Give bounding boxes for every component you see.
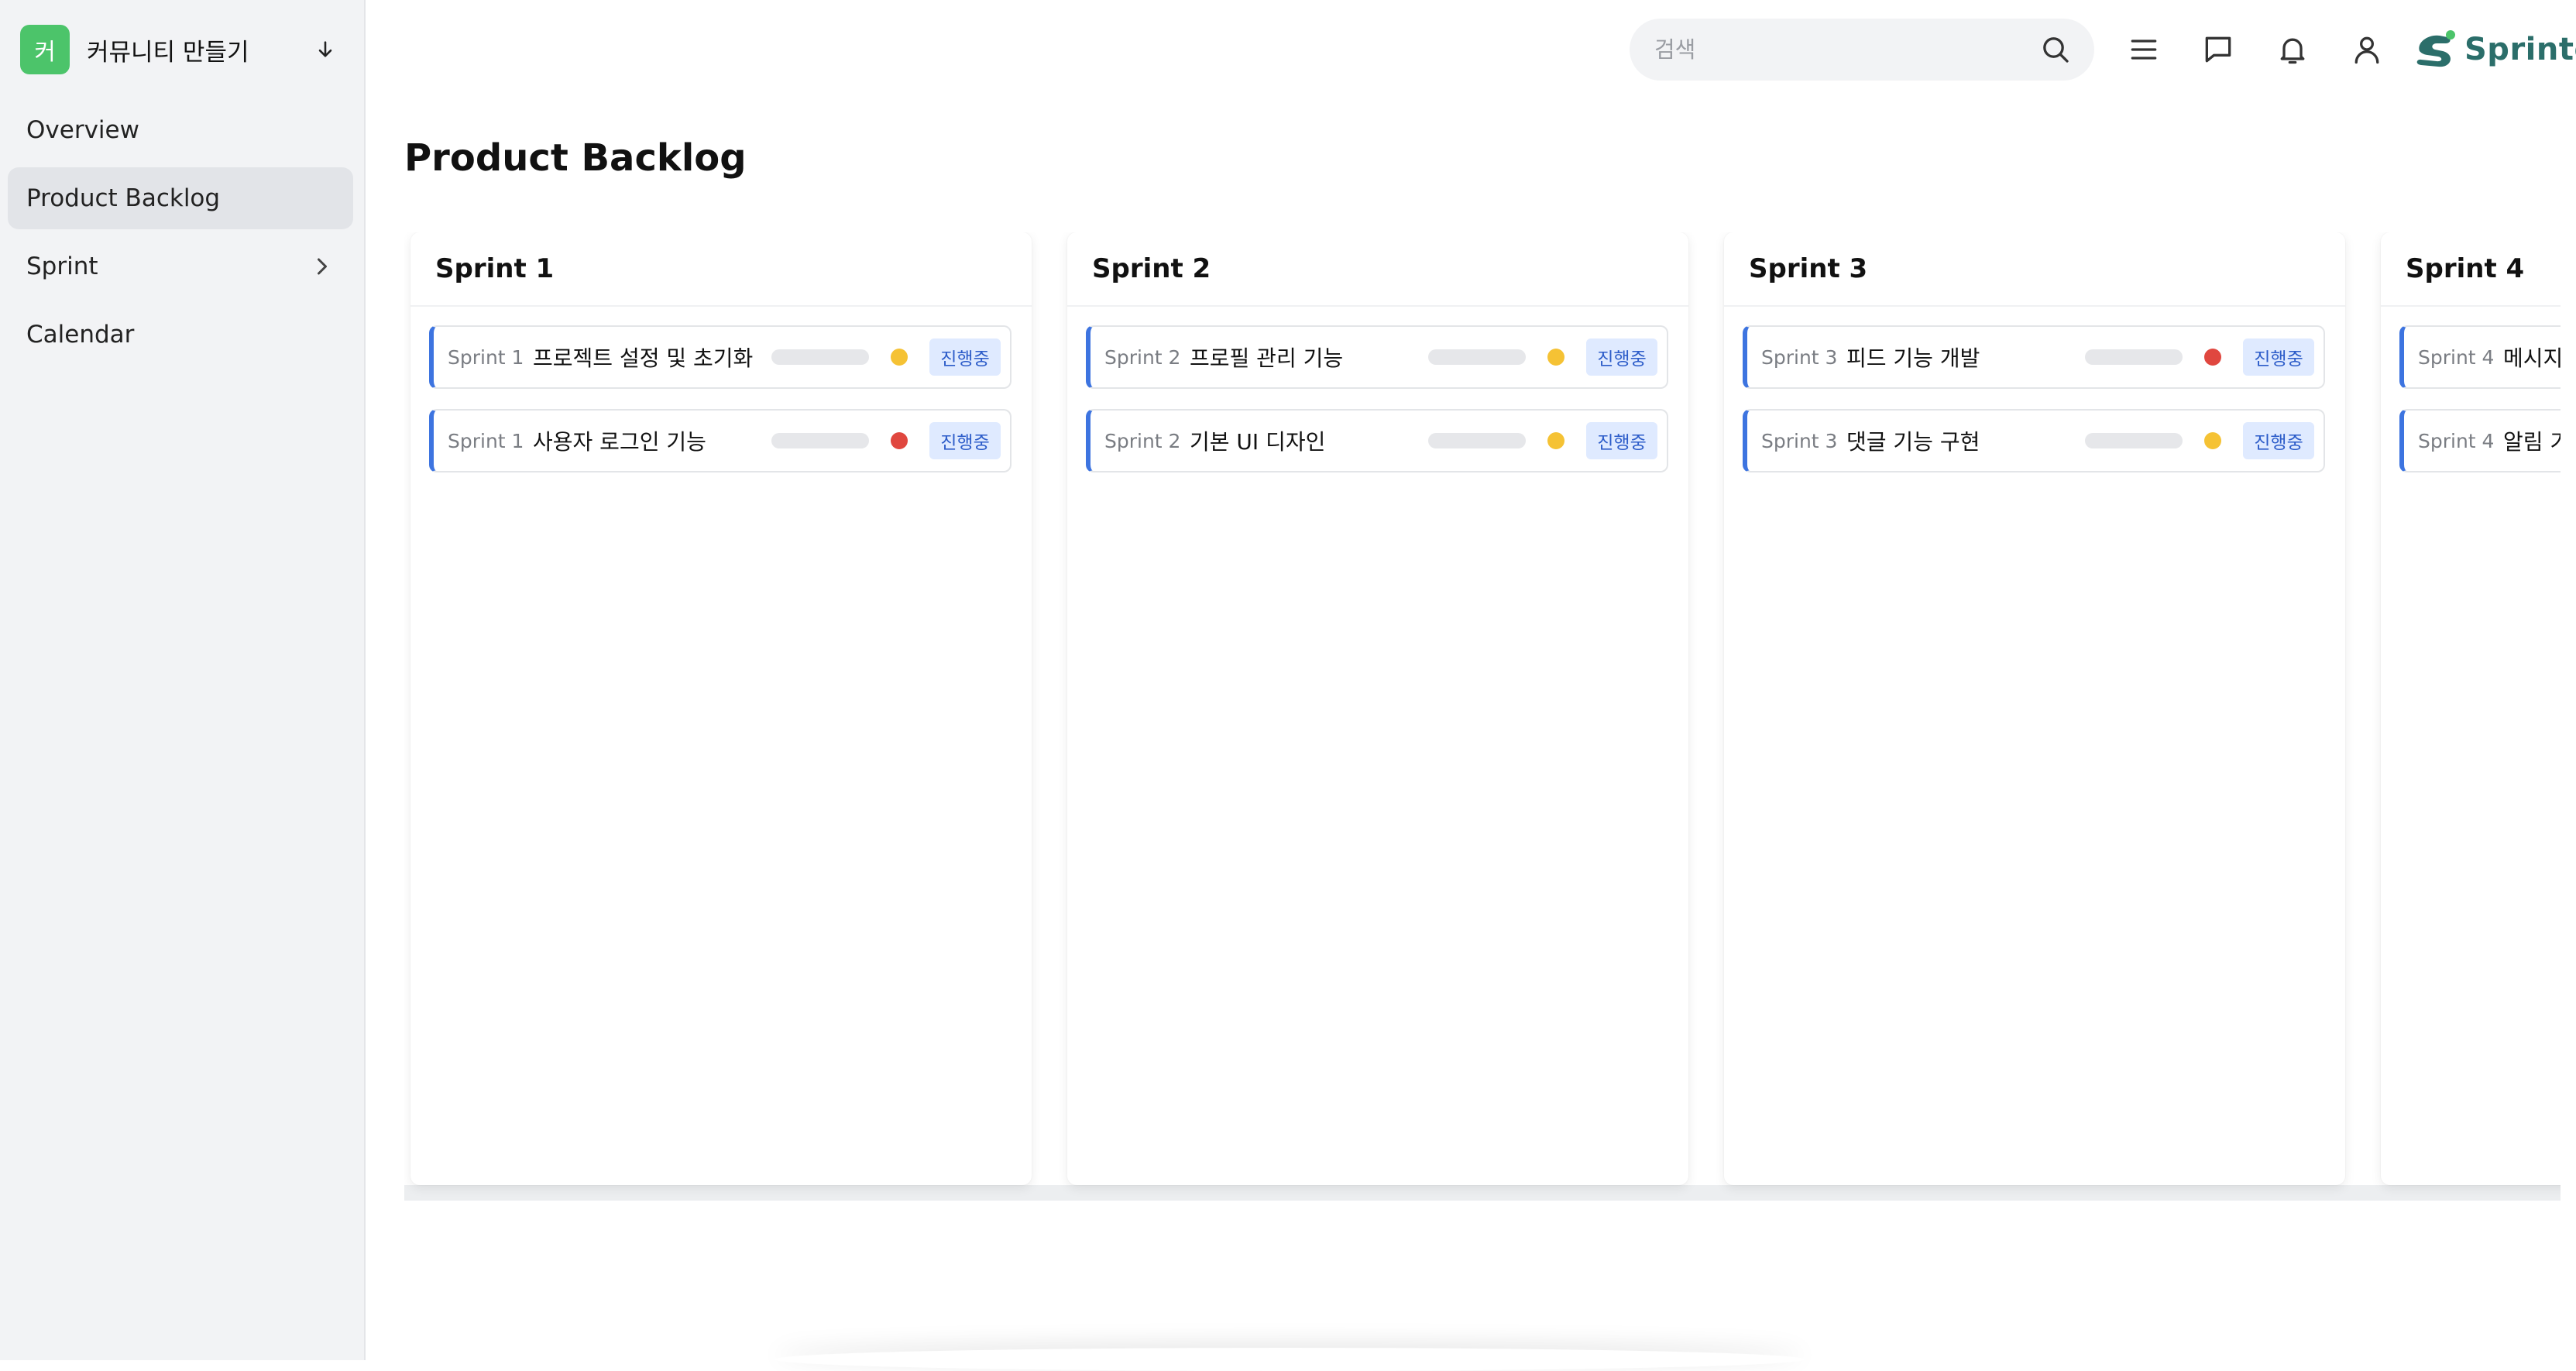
- brand-logo[interactable]: Sprinter: [2413, 26, 2576, 73]
- task-progress-bar: [1428, 433, 1526, 448]
- sprint-column-title: Sprint 3: [1724, 232, 2345, 307]
- task-card[interactable]: Sprint 2 기본 UI 디자인 진행중: [1086, 409, 1668, 472]
- status-badge: 진행중: [1586, 422, 1657, 459]
- task-title: 메시지: [2503, 345, 2561, 371]
- task-title: 피드 기능 개발: [1846, 345, 1980, 371]
- sidebar-item-sprint[interactable]: Sprint: [8, 235, 353, 297]
- task-sprint-label: Sprint 4: [2418, 429, 2495, 452]
- status-badge: 진행중: [929, 422, 1001, 459]
- sprinter-logo-icon: [2413, 28, 2458, 71]
- priority-indicator: [891, 349, 908, 366]
- status-badge: 진행중: [929, 338, 1001, 376]
- task-card[interactable]: Sprint 4 메시지: [2399, 325, 2561, 389]
- task-progress-bar: [1428, 349, 1526, 365]
- priority-indicator: [1547, 432, 1564, 449]
- search-icon[interactable]: [2040, 34, 2071, 65]
- priority-indicator: [891, 432, 908, 449]
- task-sprint-label: Sprint 3: [1761, 429, 1838, 452]
- sidebar-item-calendar[interactable]: Calendar: [8, 304, 353, 366]
- task-progress-bar: [771, 349, 869, 365]
- sidebar-item-label: Overview: [26, 116, 139, 144]
- task-progress-bar: [771, 433, 869, 448]
- brand-name: Sprinter: [2464, 32, 2576, 67]
- sidebar: 커 커뮤니티 만들기 Overview Product Backlog Spri…: [0, 0, 366, 1360]
- task-title: 알림 기: [2503, 429, 2561, 455]
- status-badge: 진행중: [1586, 338, 1657, 376]
- search-input[interactable]: [1653, 19, 2025, 81]
- task-card[interactable]: Sprint 1 사용자 로그인 기능 진행중: [429, 409, 1012, 472]
- sidebar-item-label: Sprint: [26, 253, 98, 280]
- task-title: 댓글 기능 구현: [1846, 429, 1980, 455]
- project-name: 커뮤니티 만들기: [87, 38, 249, 67]
- task-progress-bar: [2085, 433, 2183, 448]
- floating-panel-shadow: [775, 1348, 1805, 1371]
- task-sprint-label: Sprint 2: [1104, 429, 1181, 452]
- task-sprint-label: Sprint 2: [1104, 345, 1181, 369]
- sprint-column: Sprint 2 Sprint 2 프로필 관리 기능 진행중 Sprint 2…: [1067, 232, 1688, 1185]
- sprint-column: Sprint 1 Sprint 1 프로젝트 설정 및 초기화 진행중 Spri…: [410, 232, 1032, 1185]
- bell-icon[interactable]: [2274, 31, 2311, 68]
- sidebar-item-overview[interactable]: Overview: [8, 99, 353, 161]
- sprint-board: Sprint 1 Sprint 1 프로젝트 설정 및 초기화 진행중 Spri…: [404, 232, 2561, 1201]
- project-avatar: 커: [20, 25, 70, 74]
- menu-icon[interactable]: [2125, 31, 2162, 68]
- task-sprint-label: Sprint 1: [448, 429, 524, 452]
- sidebar-item-label: Calendar: [26, 321, 135, 349]
- sidebar-item-label: Product Backlog: [26, 184, 221, 212]
- arrow-down-icon[interactable]: [310, 34, 341, 65]
- task-title: 기본 UI 디자인: [1190, 429, 1326, 455]
- task-card[interactable]: Sprint 3 댓글 기능 구현 진행중: [1743, 409, 2325, 472]
- task-sprint-label: Sprint 3: [1761, 345, 1838, 369]
- chat-icon[interactable]: [2200, 31, 2237, 68]
- task-title: 프로젝트 설정 및 초기화: [533, 345, 754, 371]
- sprint-column-title: Sprint 4: [2381, 232, 2561, 307]
- search-box: [1630, 19, 2094, 81]
- task-card[interactable]: Sprint 1 프로젝트 설정 및 초기화 진행중: [429, 325, 1012, 389]
- sprint-column: Sprint 4 Sprint 4 메시지 Sprint 4 알림 기: [2381, 232, 2561, 1185]
- sidebar-item-product-backlog[interactable]: Product Backlog: [8, 167, 353, 229]
- task-title: 프로필 관리 기능: [1190, 345, 1344, 371]
- status-badge: 진행중: [2243, 338, 2314, 376]
- task-card[interactable]: Sprint 3 피드 기능 개발 진행중: [1743, 325, 2325, 389]
- task-sprint-label: Sprint 1: [448, 345, 524, 369]
- project-switcher[interactable]: 커 커뮤니티 만들기: [20, 25, 341, 74]
- chevron-right-icon: [308, 253, 336, 280]
- priority-indicator: [2204, 432, 2221, 449]
- task-card[interactable]: Sprint 4 알림 기: [2399, 409, 2561, 472]
- task-progress-bar: [2085, 349, 2183, 365]
- task-title: 사용자 로그인 기능: [533, 429, 706, 455]
- sprint-column: Sprint 3 Sprint 3 피드 기능 개발 진행중 Sprint 3 …: [1724, 232, 2345, 1185]
- sprint-column-title: Sprint 2: [1067, 232, 1688, 307]
- priority-indicator: [1547, 349, 1564, 366]
- task-card[interactable]: Sprint 2 프로필 관리 기능 진행중: [1086, 325, 1668, 389]
- user-icon[interactable]: [2348, 31, 2385, 68]
- priority-indicator: [2204, 349, 2221, 366]
- task-sprint-label: Sprint 4: [2418, 345, 2495, 369]
- sprint-column-title: Sprint 1: [410, 232, 1032, 307]
- page-title: Product Backlog: [404, 136, 747, 180]
- status-badge: 진행중: [2243, 422, 2314, 459]
